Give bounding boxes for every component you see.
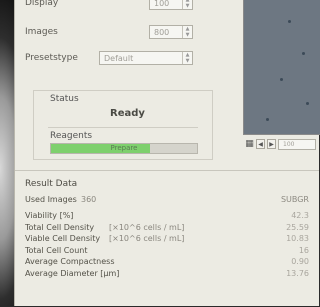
cell-dot xyxy=(280,78,283,81)
progress-bar: Prepare xyxy=(50,143,198,154)
result-data-title: Result Data xyxy=(25,179,78,189)
chevron-down-icon: ▼ xyxy=(185,58,190,64)
display-label: Display xyxy=(25,0,59,8)
display-input[interactable]: 100 ▲ ▼ xyxy=(149,0,193,10)
presetstype-select[interactable]: Default ▲ ▼ xyxy=(99,51,193,65)
spin-down-icon: ▼ xyxy=(185,32,190,38)
result-value: 42.3 xyxy=(291,211,309,220)
viewer-toolbar: ▦ ◀ ▶ 100 xyxy=(243,136,320,152)
display-spinner[interactable]: ▲ ▼ xyxy=(182,0,192,9)
arrow-left-icon[interactable]: ◀ xyxy=(256,139,265,149)
arrow-right-icon[interactable]: ▶ xyxy=(267,139,276,149)
result-row: Viability [%] 42.3 xyxy=(25,211,313,222)
column-title: SUBGR xyxy=(280,195,309,204)
result-row: Total Cell Density [×10^6 cells / mL] 25.5… xyxy=(25,223,313,234)
result-row: Viable Cell Density [×10^6 cells / mL] 10.… xyxy=(25,234,313,245)
result-value: 0.90 xyxy=(291,257,309,266)
result-value: 16 xyxy=(298,245,309,255)
status-group: Status Ready Reagents Prepare xyxy=(33,90,213,160)
used-images-count: 360 xyxy=(81,195,97,204)
reagents-label: Reagents xyxy=(50,131,93,141)
result-value: 10.83 xyxy=(286,234,309,243)
result-value: 13.76 xyxy=(286,268,309,278)
display-value: 100 xyxy=(154,0,170,8)
cell-dot xyxy=(302,52,305,55)
images-spinner[interactable]: ▲ ▼ xyxy=(182,26,192,38)
result-unit: [×10^6 cells / mL] xyxy=(109,234,185,243)
display-field-row: Display xyxy=(25,0,58,11)
cell-dot xyxy=(306,102,309,105)
result-value: 25.59 xyxy=(286,222,309,232)
page-field[interactable]: 100 xyxy=(278,138,316,150)
analysis-dialog: Display 100 ▲ ▼ Images 800 ▲ ▼ Presetstype… xyxy=(14,0,320,307)
presetstype-field-row: Presetstype xyxy=(25,50,78,66)
status-group-title: Status xyxy=(50,94,79,104)
result-label: Total Cell Density xyxy=(25,222,95,232)
cell-dot xyxy=(266,118,269,121)
result-unit: [×10^6 cells / mL] xyxy=(109,222,185,232)
images-value: 800 xyxy=(154,27,170,37)
spin-down-icon: ▼ xyxy=(185,3,190,9)
status-divider xyxy=(48,127,198,128)
images-label: Images xyxy=(25,27,58,37)
images-field-row: Images xyxy=(25,24,58,40)
presetstype-label: Presetstype xyxy=(25,53,78,63)
status-value: Ready xyxy=(110,108,145,119)
grid-icon[interactable]: ▦ xyxy=(245,139,254,149)
cell-dot xyxy=(288,20,291,23)
used-images-label: Used Images xyxy=(25,195,77,204)
result-label: Viable Cell Density xyxy=(25,234,101,243)
page-value: 100 xyxy=(283,140,295,148)
result-label: Total Cell Count xyxy=(25,245,88,255)
progress-text: Prepare xyxy=(110,144,138,152)
used-images-row: Used Images 360 SUBGR xyxy=(25,195,313,206)
presetstype-value: Default xyxy=(104,53,134,63)
result-label: Average Diameter [µm] xyxy=(25,268,120,278)
result-data-panel: Result Data Used Images 360 SUBGR Viabil… xyxy=(15,170,319,307)
result-row: Total Cell Count 16 xyxy=(25,246,313,257)
settings-pane: Display 100 ▲ ▼ Images 800 ▲ ▼ Presetstype… xyxy=(15,0,237,168)
images-input[interactable]: 800 ▲ ▼ xyxy=(149,25,193,39)
result-label: Viability [%] xyxy=(25,211,74,220)
result-label: Average Compactness xyxy=(25,257,115,266)
result-row: Average Diameter [µm] 13.76 xyxy=(25,269,313,280)
image-viewer[interactable] xyxy=(243,0,320,135)
presetstype-dropdown-arrow[interactable]: ▲ ▼ xyxy=(182,52,192,64)
result-row: Average Compactness 0.90 xyxy=(25,257,313,268)
